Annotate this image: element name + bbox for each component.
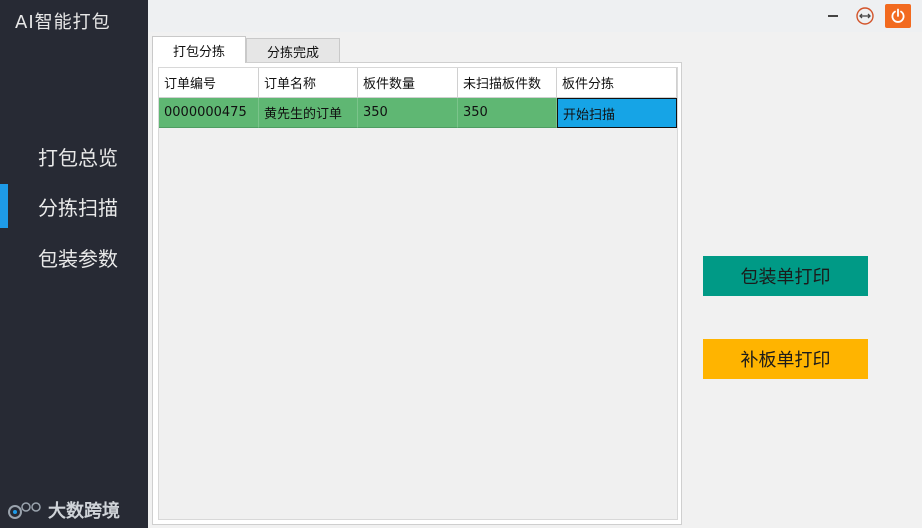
- order-table: 订单编号 订单名称 板件数量 未扫描板件数 板件分拣 0000000475 黄先…: [158, 67, 678, 520]
- close-button[interactable]: [885, 4, 911, 28]
- column-header-order-name[interactable]: 订单名称: [259, 68, 358, 98]
- column-header-order-no[interactable]: 订单编号: [159, 68, 259, 98]
- sidebar-item-sort-scan[interactable]: 分拣扫描: [0, 184, 148, 228]
- logo-icon: [8, 502, 41, 519]
- tab-pack-sort[interactable]: 打包分拣: [152, 36, 247, 63]
- column-header-unscanned[interactable]: 未扫描板件数: [458, 68, 557, 98]
- column-header-board-sort[interactable]: 板件分拣: [557, 68, 677, 98]
- column-header-board-count[interactable]: 板件数量: [358, 68, 458, 98]
- cell-unscanned[interactable]: 350: [458, 98, 557, 128]
- cell-order-name[interactable]: 黄先生的订单: [259, 98, 358, 128]
- minimize-icon: [828, 15, 838, 17]
- cell-order-no[interactable]: 0000000475: [159, 98, 259, 128]
- main-content: 打包分拣 分拣完成 订单编号 订单名称 板件数量 未扫描板件数 板件分拣 000…: [148, 32, 922, 528]
- resize-button[interactable]: [852, 4, 878, 28]
- tab-sort-complete[interactable]: 分拣完成: [246, 38, 341, 63]
- active-indicator: [0, 184, 8, 228]
- app-title: AI智能打包: [15, 12, 111, 33]
- resize-icon: [856, 7, 874, 25]
- table-header: 订单编号 订单名称 板件数量 未扫描板件数 板件分拣: [159, 68, 677, 98]
- table-row[interactable]: 0000000475 黄先生的订单 350 350 开始扫描: [159, 98, 677, 128]
- sidebar-item-label: 分拣扫描: [38, 195, 118, 220]
- cell-board-count[interactable]: 350: [358, 98, 458, 128]
- minimize-button[interactable]: [820, 4, 846, 28]
- power-icon: [891, 8, 905, 23]
- start-scan-button[interactable]: 开始扫描: [557, 98, 677, 128]
- app-window: AI智能打包 打包总览 分拣扫描 包装参数 大数跨境 打包分拣 分拣完成 订单编…: [0, 0, 922, 528]
- tab-bar: 打包分拣 分拣完成: [152, 36, 341, 63]
- tab-panel: 订单编号 订单名称 板件数量 未扫描板件数 板件分拣 0000000475 黄先…: [152, 62, 682, 525]
- pack-print-button[interactable]: 包装单打印: [703, 256, 868, 296]
- sidebar-item-pack-params[interactable]: 包装参数: [0, 235, 148, 279]
- sidebar-item-label: 打包总览: [38, 145, 118, 170]
- sidebar-item-overview[interactable]: 打包总览: [0, 134, 148, 178]
- brand-logo: 大数跨境: [8, 497, 120, 523]
- sidebar-item-label: 包装参数: [38, 246, 118, 271]
- logo-text: 大数跨境: [48, 501, 120, 522]
- supplement-print-button[interactable]: 补板单打印: [703, 339, 868, 379]
- title-bar: [148, 0, 922, 32]
- sidebar: AI智能打包 打包总览 分拣扫描 包装参数 大数跨境: [0, 0, 148, 528]
